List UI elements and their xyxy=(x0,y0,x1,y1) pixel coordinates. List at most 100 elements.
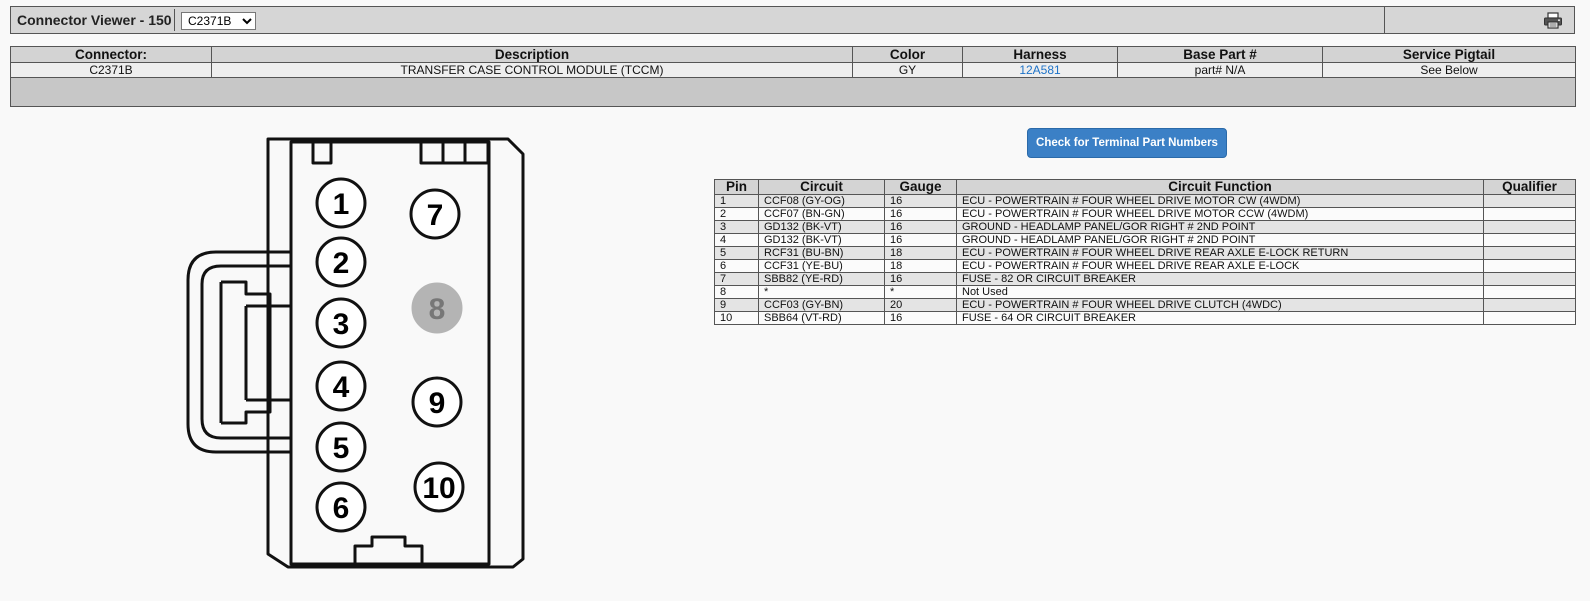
pin-7-label: 7 xyxy=(427,199,444,232)
pin-5-label: 5 xyxy=(333,432,350,465)
column-header: Qualifier xyxy=(1483,179,1576,195)
table-row: 6 CCF31 (YE-BU) 18 ECU - POWERTRAIN # FO… xyxy=(714,259,1576,273)
connector-color: GY xyxy=(852,62,963,78)
column-header: Harness xyxy=(962,46,1118,63)
qualifier-cell xyxy=(1483,246,1576,260)
qualifier-cell xyxy=(1483,207,1576,221)
pin-4: 4 xyxy=(315,360,367,412)
pin-1: 1 xyxy=(315,177,367,229)
gauge-cell: * xyxy=(884,285,957,299)
toolbar-divider xyxy=(1384,7,1385,34)
gauge-cell: 20 xyxy=(884,298,957,312)
connector-id: C2371B xyxy=(10,62,212,78)
table-row: 7 SBB82 (YE-RD) 16 FUSE - 82 OR CIRCUIT … xyxy=(714,272,1576,286)
circuit-cell: SBB64 (VT-RD) xyxy=(758,311,885,325)
service-pigtail: See Below xyxy=(1322,62,1576,78)
table-row: 3 GD132 (BK-VT) 16 GROUND - HEADLAMP PAN… xyxy=(714,220,1576,234)
gauge-cell: 16 xyxy=(884,220,957,234)
gauge-cell: 16 xyxy=(884,311,957,325)
column-header: Circuit Function xyxy=(956,179,1484,195)
pin-circuit-table: Pin Circuit Gauge Circuit Function Quali… xyxy=(714,179,1576,325)
pin-1-label: 1 xyxy=(333,188,350,221)
pin-6: 6 xyxy=(315,481,367,533)
pin-2-label: 2 xyxy=(333,247,350,280)
check-terminal-part-numbers-button[interactable]: Check for Terminal Part Numbers xyxy=(1027,128,1227,158)
qualifier-cell xyxy=(1483,233,1576,247)
table-row: 9 CCF03 (GY-BN) 20 ECU - POWERTRAIN # FO… xyxy=(714,298,1576,312)
table-row: 10 SBB64 (VT-RD) 16 FUSE - 64 OR CIRCUIT… xyxy=(714,311,1576,325)
gauge-cell: 18 xyxy=(884,246,957,260)
page-title: Connector Viewer - 150 xyxy=(17,12,172,28)
column-header: Gauge xyxy=(884,179,957,195)
function-cell: ECU - POWERTRAIN # FOUR WHEEL DRIVE REAR… xyxy=(956,259,1484,273)
pin-5: 5 xyxy=(315,421,367,473)
connector-face-diagram: 1 2 3 4 5 6 7 8 9 10 xyxy=(186,137,525,569)
pin-10: 10 xyxy=(413,461,465,513)
column-header: Service Pigtail xyxy=(1322,46,1576,63)
pin-cell: 4 xyxy=(714,233,759,247)
pin-10-label: 10 xyxy=(422,472,455,505)
column-header: Description xyxy=(211,46,853,63)
qualifier-cell xyxy=(1483,194,1576,208)
circuit-cell: GD132 (BK-VT) xyxy=(758,233,885,247)
table-row: 5 RCF31 (BU-BN) 18 ECU - POWERTRAIN # FO… xyxy=(714,246,1576,260)
column-header: Circuit xyxy=(758,179,885,195)
pin-cell: 2 xyxy=(714,207,759,221)
qualifier-cell xyxy=(1483,298,1576,312)
pin-8-label: 8 xyxy=(429,293,446,326)
harness-link[interactable]: 12A581 xyxy=(1019,63,1060,77)
qualifier-cell xyxy=(1483,220,1576,234)
pin-cell: 10 xyxy=(714,311,759,325)
function-cell: ECU - POWERTRAIN # FOUR WHEEL DRIVE REAR… xyxy=(956,246,1484,260)
circuit-cell: SBB82 (YE-RD) xyxy=(758,272,885,286)
connector-select[interactable]: C2371B xyxy=(181,12,256,30)
function-cell: FUSE - 64 OR CIRCUIT BREAKER xyxy=(956,311,1484,325)
gauge-cell: 16 xyxy=(884,194,957,208)
pin-4-label: 4 xyxy=(333,371,350,404)
circuit-cell: CCF31 (YE-BU) xyxy=(758,259,885,273)
pin-cell: 8 xyxy=(714,285,759,299)
connector-description: TRANSFER CASE CONTROL MODULE (TCCM) xyxy=(211,62,853,78)
pin-2: 2 xyxy=(315,236,367,288)
pin-cell: 3 xyxy=(714,220,759,234)
function-cell: GROUND - HEADLAMP PANEL/GOR RIGHT # 2ND … xyxy=(956,220,1484,234)
circuit-cell: CCF03 (GY-BN) xyxy=(758,298,885,312)
pin-3-label: 3 xyxy=(333,308,350,341)
toolbar-divider xyxy=(174,9,175,31)
column-header: Base Part # xyxy=(1117,46,1323,63)
harness-cell: 12A581 xyxy=(962,62,1118,78)
pin-9: 9 xyxy=(411,376,463,428)
function-cell: ECU - POWERTRAIN # FOUR WHEEL DRIVE CLUT… xyxy=(956,298,1484,312)
table-row: 4 GD132 (BK-VT) 16 GROUND - HEADLAMP PAN… xyxy=(714,233,1576,247)
function-cell: FUSE - 82 OR CIRCUIT BREAKER xyxy=(956,272,1484,286)
column-header: Color xyxy=(852,46,963,63)
circuit-cell: CCF07 (BN-GN) xyxy=(758,207,885,221)
pin-7: 7 xyxy=(409,188,461,240)
qualifier-cell xyxy=(1483,272,1576,286)
column-header: Connector: xyxy=(10,46,212,63)
pin-9-label: 9 xyxy=(429,387,446,420)
pin-3: 3 xyxy=(315,297,367,349)
base-part-number: part# N/A xyxy=(1117,62,1323,78)
qualifier-cell xyxy=(1483,285,1576,299)
circuit-cell: CCF08 (GY-OG) xyxy=(758,194,885,208)
connector-viewer-toolbar: Connector Viewer - 150 C2371B xyxy=(10,6,1575,34)
circuit-cell: RCF31 (BU-BN) xyxy=(758,246,885,260)
pin-cell: 7 xyxy=(714,272,759,286)
gauge-cell: 16 xyxy=(884,233,957,247)
gauge-cell: 18 xyxy=(884,259,957,273)
connector-summary: Connector: Description Color Harness Bas… xyxy=(10,46,1576,107)
gauge-cell: 16 xyxy=(884,207,957,221)
pin-8: 8 xyxy=(411,282,463,334)
pin-cell: 9 xyxy=(714,298,759,312)
printer-icon[interactable] xyxy=(1543,12,1563,29)
table-row: 2 CCF07 (BN-GN) 16 ECU - POWERTRAIN # FO… xyxy=(714,207,1576,221)
circuit-cell: GD132 (BK-VT) xyxy=(758,220,885,234)
summary-footer-bar xyxy=(10,77,1576,107)
function-cell: Not Used xyxy=(956,285,1484,299)
function-cell: ECU - POWERTRAIN # FOUR WHEEL DRIVE MOTO… xyxy=(956,207,1484,221)
table-row: 1 CCF08 (GY-OG) 16 ECU - POWERTRAIN # FO… xyxy=(714,194,1576,208)
gauge-cell: 16 xyxy=(884,272,957,286)
function-cell: GROUND - HEADLAMP PANEL/GOR RIGHT # 2ND … xyxy=(956,233,1484,247)
pin-cell: 1 xyxy=(714,194,759,208)
